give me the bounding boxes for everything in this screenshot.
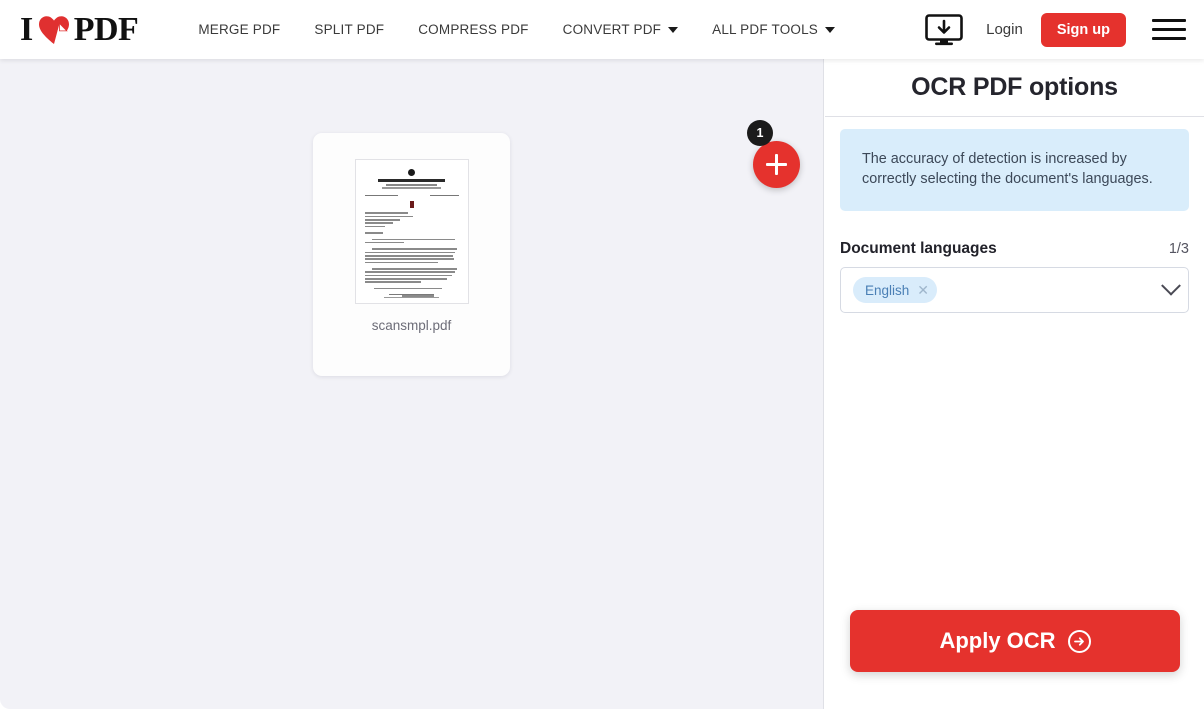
monitor-download-icon[interactable] <box>924 13 964 47</box>
primary-navigation: MERGE PDF SPLIT PDF COMPRESS PDF CONVERT… <box>181 22 852 37</box>
scanned-letter-thumbnail <box>354 159 469 304</box>
hamburger-bar <box>1152 19 1186 22</box>
options-panel: OCR PDF options The accuracy of detectio… <box>825 59 1204 709</box>
language-tag-label: English <box>865 282 910 298</box>
doc-line <box>364 225 386 228</box>
language-tag-english[interactable]: English ✕ <box>853 277 938 303</box>
chevron-down-icon[interactable] <box>1161 275 1181 296</box>
close-icon[interactable]: ✕ <box>917 283 929 297</box>
doc-salutation <box>364 232 384 234</box>
add-file-control: 1 <box>747 120 823 192</box>
file-name-label: scansmpl.pdf <box>371 318 452 333</box>
nav-label: COMPRESS PDF <box>418 22 529 37</box>
login-link[interactable]: Login <box>986 21 1023 38</box>
nav-item-all-pdf-tools[interactable]: ALL PDF TOOLS <box>695 22 852 37</box>
nav-item-compress-pdf[interactable]: COMPRESS PDF <box>401 22 545 37</box>
nav-label: ALL PDF TOOLS <box>712 22 819 37</box>
doc-line <box>364 212 408 214</box>
doc-line <box>364 215 414 218</box>
arrow-right-circle-icon <box>1067 629 1091 653</box>
doc-footer-line <box>384 296 439 298</box>
doc-paragraph <box>364 248 459 264</box>
site-header: I PDF MERGE PDF SPLIT PDF COMPRESS PDF C… <box>0 0 1204 59</box>
info-message: The accuracy of detection is increased b… <box>840 129 1189 211</box>
nav-label: CONVERT PDF <box>562 22 662 37</box>
panel-title: OCR PDF options <box>825 59 1204 117</box>
nav-label: MERGE PDF <box>198 22 281 37</box>
doc-address-block <box>364 212 459 228</box>
doc-heading <box>377 179 446 182</box>
doc-footer <box>365 293 459 298</box>
hamburger-bar <box>1152 28 1186 31</box>
doc-line <box>372 238 455 241</box>
doc-line <box>364 251 455 254</box>
language-select[interactable]: English ✕ <box>840 267 1189 313</box>
nav-item-split-pdf[interactable]: SPLIT PDF <box>297 22 401 37</box>
file-card[interactable]: scansmpl.pdf <box>313 133 510 376</box>
doc-line <box>364 255 453 257</box>
nav-item-merge-pdf[interactable]: MERGE PDF <box>181 22 297 37</box>
signup-button[interactable]: Sign up <box>1040 12 1126 47</box>
doc-closing <box>373 287 442 290</box>
doc-line <box>364 274 452 277</box>
hamburger-menu-icon[interactable] <box>1152 19 1186 40</box>
panel-body: The accuracy of detection is increased b… <box>825 129 1204 313</box>
doc-signature <box>400 302 423 303</box>
doc-line <box>364 222 393 224</box>
hamburger-bar <box>1152 37 1186 40</box>
doc-line <box>372 268 457 270</box>
document-languages-label: Document languages <box>840 240 997 257</box>
logo-text-before: I <box>20 10 33 48</box>
doc-paragraph <box>364 268 459 283</box>
doc-line <box>364 258 454 260</box>
doc-line <box>364 271 455 273</box>
doc-line <box>364 261 438 264</box>
doc-meta-row <box>364 194 459 197</box>
doc-line <box>364 281 421 283</box>
doc-footer-line <box>388 293 435 296</box>
ilovepdf-logo[interactable]: I PDF <box>20 10 139 48</box>
file-count-badge: 1 <box>747 120 773 146</box>
doc-emblem <box>408 169 415 176</box>
heart-icon <box>38 15 70 45</box>
nav-label: SPLIT PDF <box>314 22 385 37</box>
chevron-down-icon <box>668 26 679 33</box>
doc-subheading <box>382 187 441 189</box>
doc-paragraph <box>364 238 459 244</box>
doc-line <box>364 241 404 244</box>
doc-meta-left <box>364 194 399 197</box>
doc-meta-right <box>430 194 459 197</box>
doc-subheading <box>385 184 438 186</box>
header-actions: Login Sign up <box>924 12 1204 47</box>
chevron-down-icon <box>825 26 836 33</box>
thumbnail-content <box>356 160 468 303</box>
file-workspace: scansmpl.pdf 1 <box>0 59 824 709</box>
language-counter: 1/3 <box>1168 241 1189 257</box>
doc-stamp <box>409 201 414 209</box>
doc-line <box>372 248 457 250</box>
document-languages-header: Document languages 1/3 <box>840 240 1189 258</box>
nav-item-convert-pdf[interactable]: CONVERT PDF <box>546 22 695 37</box>
doc-line <box>364 219 401 221</box>
apply-ocr-button[interactable]: Apply OCR <box>850 610 1180 672</box>
add-file-button[interactable] <box>753 141 800 188</box>
apply-ocr-label: Apply OCR <box>939 628 1056 653</box>
logo-text-after: PDF <box>73 10 139 48</box>
doc-line <box>364 278 448 280</box>
